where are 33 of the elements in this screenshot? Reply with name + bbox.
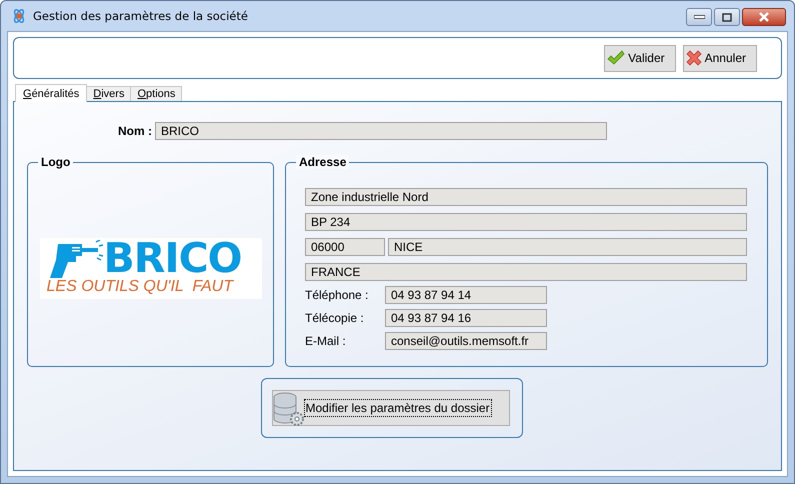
tab[interactable]: Divers bbox=[86, 86, 132, 101]
field-label: Nom : bbox=[117, 124, 153, 138]
minimize-button[interactable] bbox=[686, 8, 712, 26]
checkmark-icon bbox=[607, 50, 626, 66]
tab[interactable]: Généralités bbox=[15, 84, 88, 102]
cancel-button[interactable]: Annuler bbox=[682, 44, 757, 72]
tab[interactable]: Options bbox=[130, 86, 182, 101]
atom-icon bbox=[11, 8, 27, 24]
close-icon bbox=[758, 12, 770, 22]
close-button[interactable] bbox=[742, 8, 786, 26]
input-field[interactable]: BP 234 bbox=[305, 213, 747, 231]
input-field[interactable]: BRICO bbox=[155, 122, 607, 140]
database-gear-icon bbox=[272, 391, 304, 427]
validate-button[interactable]: Valider bbox=[604, 44, 676, 72]
maximize-button[interactable] bbox=[714, 8, 740, 26]
input-field[interactable]: 06000 bbox=[305, 238, 385, 256]
minimize-icon bbox=[694, 15, 704, 19]
group-title: Logo bbox=[38, 155, 74, 169]
input-field[interactable]: 04 93 87 94 16 bbox=[385, 309, 547, 327]
logo: BRICO LES OUTILS QU'IL FAUT bbox=[40, 238, 262, 298]
input-field[interactable]: conseil@outils.memsoft.fr bbox=[385, 332, 547, 350]
modify-settings-button[interactable]: Modifier les paramètres du dossier bbox=[272, 390, 510, 426]
input-field[interactable]: NICE bbox=[388, 238, 747, 256]
input-field[interactable]: 04 93 87 94 14 bbox=[385, 286, 547, 304]
input-field[interactable]: FRANCE bbox=[305, 263, 747, 281]
field-label: Téléphone : bbox=[305, 288, 370, 302]
group-title: Adresse bbox=[296, 155, 350, 169]
field-label: Télécopie : bbox=[305, 311, 365, 325]
cross-icon bbox=[686, 50, 702, 66]
maximize-icon bbox=[722, 12, 732, 22]
window-title: Gestion des paramètres de la société bbox=[33, 9, 248, 23]
field-label: E-Mail : bbox=[305, 334, 347, 348]
input-field[interactable]: Zone industrielle Nord bbox=[305, 188, 747, 206]
